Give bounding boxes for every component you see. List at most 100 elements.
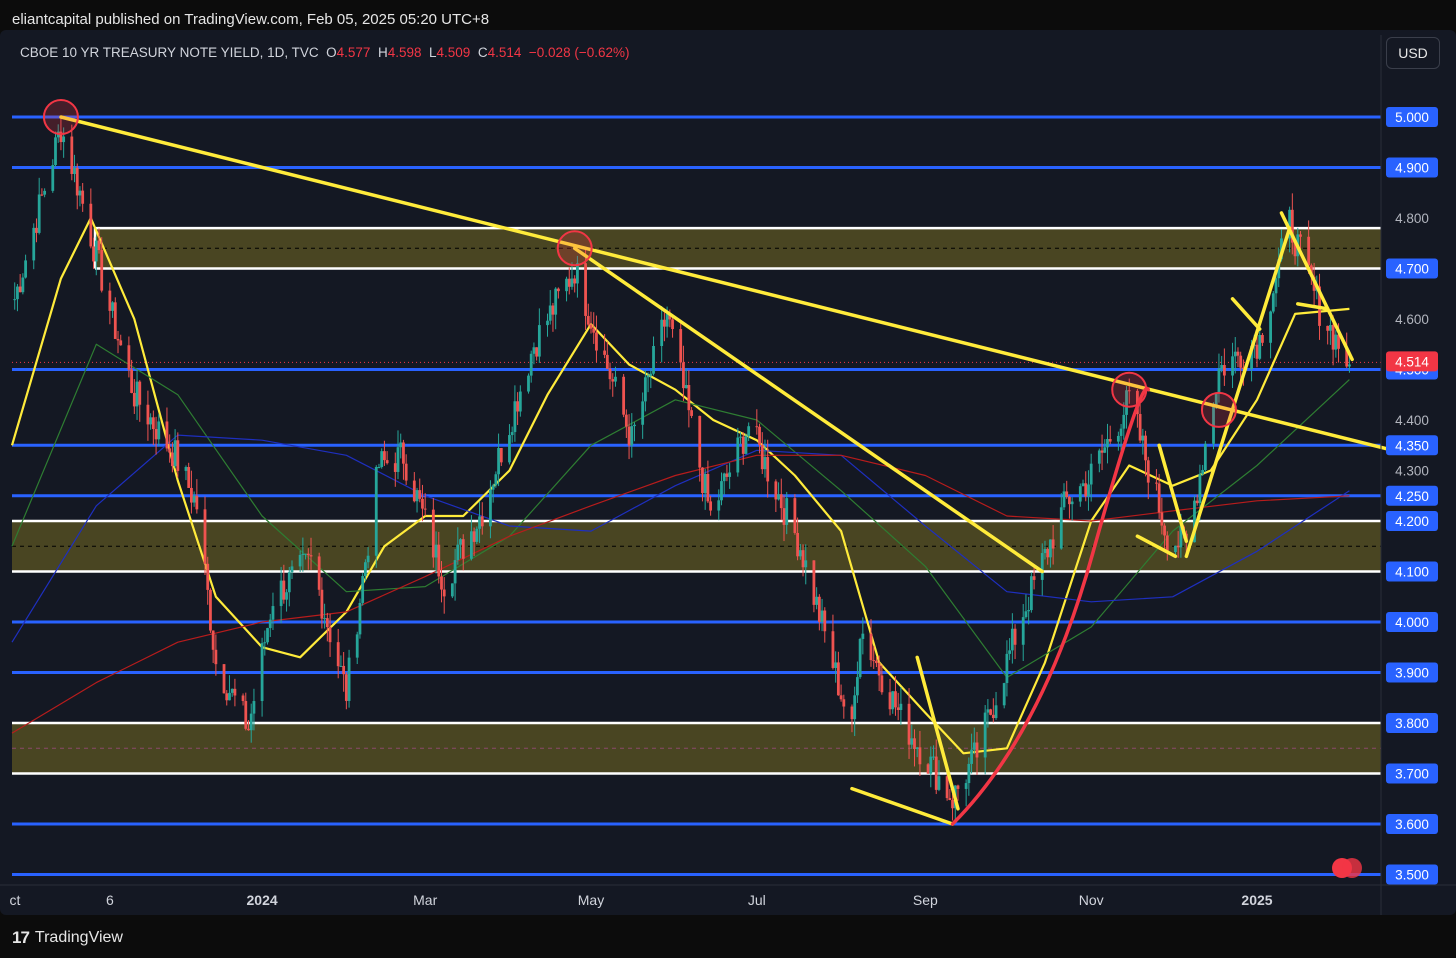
candle-body — [1141, 435, 1145, 441]
candle-body — [763, 457, 767, 470]
candle-body — [225, 693, 229, 701]
candle-body — [431, 509, 435, 558]
candle-body — [741, 436, 745, 454]
candle-body — [1084, 483, 1088, 497]
candle-body — [453, 560, 457, 584]
candle-body — [1239, 355, 1243, 368]
candle-body — [108, 290, 112, 311]
candle-body — [442, 589, 446, 597]
candle-body — [298, 554, 302, 567]
candle-body — [40, 194, 44, 196]
candle-body — [260, 643, 264, 702]
candle-body — [195, 495, 199, 510]
candle-body — [374, 467, 378, 556]
candle-body — [1100, 450, 1104, 453]
candle-body — [605, 354, 609, 369]
chart-canvas[interactable]: 5.0004.9004.8004.7004.6004.5004.4004.350… — [0, 0, 1456, 958]
candle-body — [684, 385, 688, 389]
candle-body — [820, 610, 824, 622]
candle-body — [111, 302, 114, 311]
candle-body — [627, 426, 631, 446]
candle-body — [622, 376, 626, 415]
candle-body — [1271, 293, 1275, 312]
candle-body — [450, 583, 454, 597]
candle-body — [1269, 311, 1272, 343]
candle-body — [991, 714, 995, 719]
candle-body — [287, 572, 291, 593]
candle-body — [434, 544, 438, 558]
candle-body — [282, 580, 286, 600]
candle-body — [633, 424, 636, 427]
candle-body — [301, 553, 305, 555]
candle-body — [646, 375, 650, 378]
candle-body — [73, 167, 76, 174]
candle-body — [279, 580, 283, 607]
candle-body — [323, 618, 327, 620]
candle-body — [249, 713, 253, 731]
candle-body — [423, 508, 427, 510]
candle-body — [184, 467, 188, 471]
candle-body — [168, 448, 172, 453]
candle-body — [149, 417, 153, 425]
candle-body — [532, 347, 536, 354]
candle-body — [643, 377, 647, 402]
candle-body — [834, 662, 838, 668]
price-tag-label: 4.200 — [1395, 514, 1429, 529]
candle-body — [567, 278, 571, 287]
candle-body — [1233, 351, 1237, 357]
candle-body — [268, 619, 272, 629]
candle-body — [812, 560, 816, 605]
trendline — [1184, 226, 1292, 559]
candle-body — [910, 738, 914, 745]
candle-body — [1032, 576, 1036, 580]
candle-body — [510, 432, 514, 436]
candle-body — [709, 501, 713, 511]
price-tag-label: 4.700 — [1395, 262, 1429, 277]
currency-button[interactable]: USD — [1386, 37, 1440, 69]
candle-body — [1201, 470, 1205, 474]
time-axis-label: Nov — [1079, 892, 1104, 908]
candle-body — [1065, 491, 1069, 497]
candle-body — [1174, 545, 1177, 553]
candle-body — [554, 288, 558, 315]
candle-body — [306, 553, 310, 556]
candle-body — [755, 426, 759, 428]
candle-body — [472, 531, 476, 542]
candle-body — [630, 426, 634, 446]
candle-body — [399, 442, 403, 448]
candle-body — [804, 560, 808, 568]
candle-body — [32, 227, 36, 261]
candle-body — [1049, 539, 1052, 558]
candle-body — [320, 589, 324, 619]
high-label: H — [377, 45, 388, 60]
candle-body — [652, 345, 655, 374]
candle-body — [703, 473, 707, 494]
tradingview-logo[interactable]: 17 TradingView — [12, 928, 123, 948]
candle-body — [861, 633, 865, 639]
candle-body — [366, 555, 370, 563]
candle-body — [263, 642, 267, 644]
candle-body — [1103, 447, 1107, 453]
candle-body — [1027, 610, 1031, 612]
candle-body — [698, 415, 702, 468]
candle-body — [377, 466, 381, 468]
candle-body — [489, 489, 492, 527]
candle-body — [1013, 628, 1017, 645]
high-value: 4.598 — [387, 45, 422, 60]
candle-body — [624, 414, 628, 427]
candle-body — [209, 589, 212, 631]
candle-body — [736, 437, 740, 473]
pivot-circle — [556, 230, 593, 267]
trendline — [850, 786, 955, 826]
candle-body — [421, 498, 424, 509]
candle-body — [760, 444, 764, 470]
candle-body — [16, 286, 19, 300]
candle-body — [875, 660, 878, 664]
candle-body — [157, 421, 161, 440]
candle-body — [687, 385, 691, 411]
candle-body — [214, 649, 218, 665]
candle-body — [1163, 525, 1166, 536]
candle-body — [1261, 334, 1264, 343]
price-tag-label: 4.250 — [1395, 489, 1429, 504]
candle-body — [801, 550, 805, 568]
